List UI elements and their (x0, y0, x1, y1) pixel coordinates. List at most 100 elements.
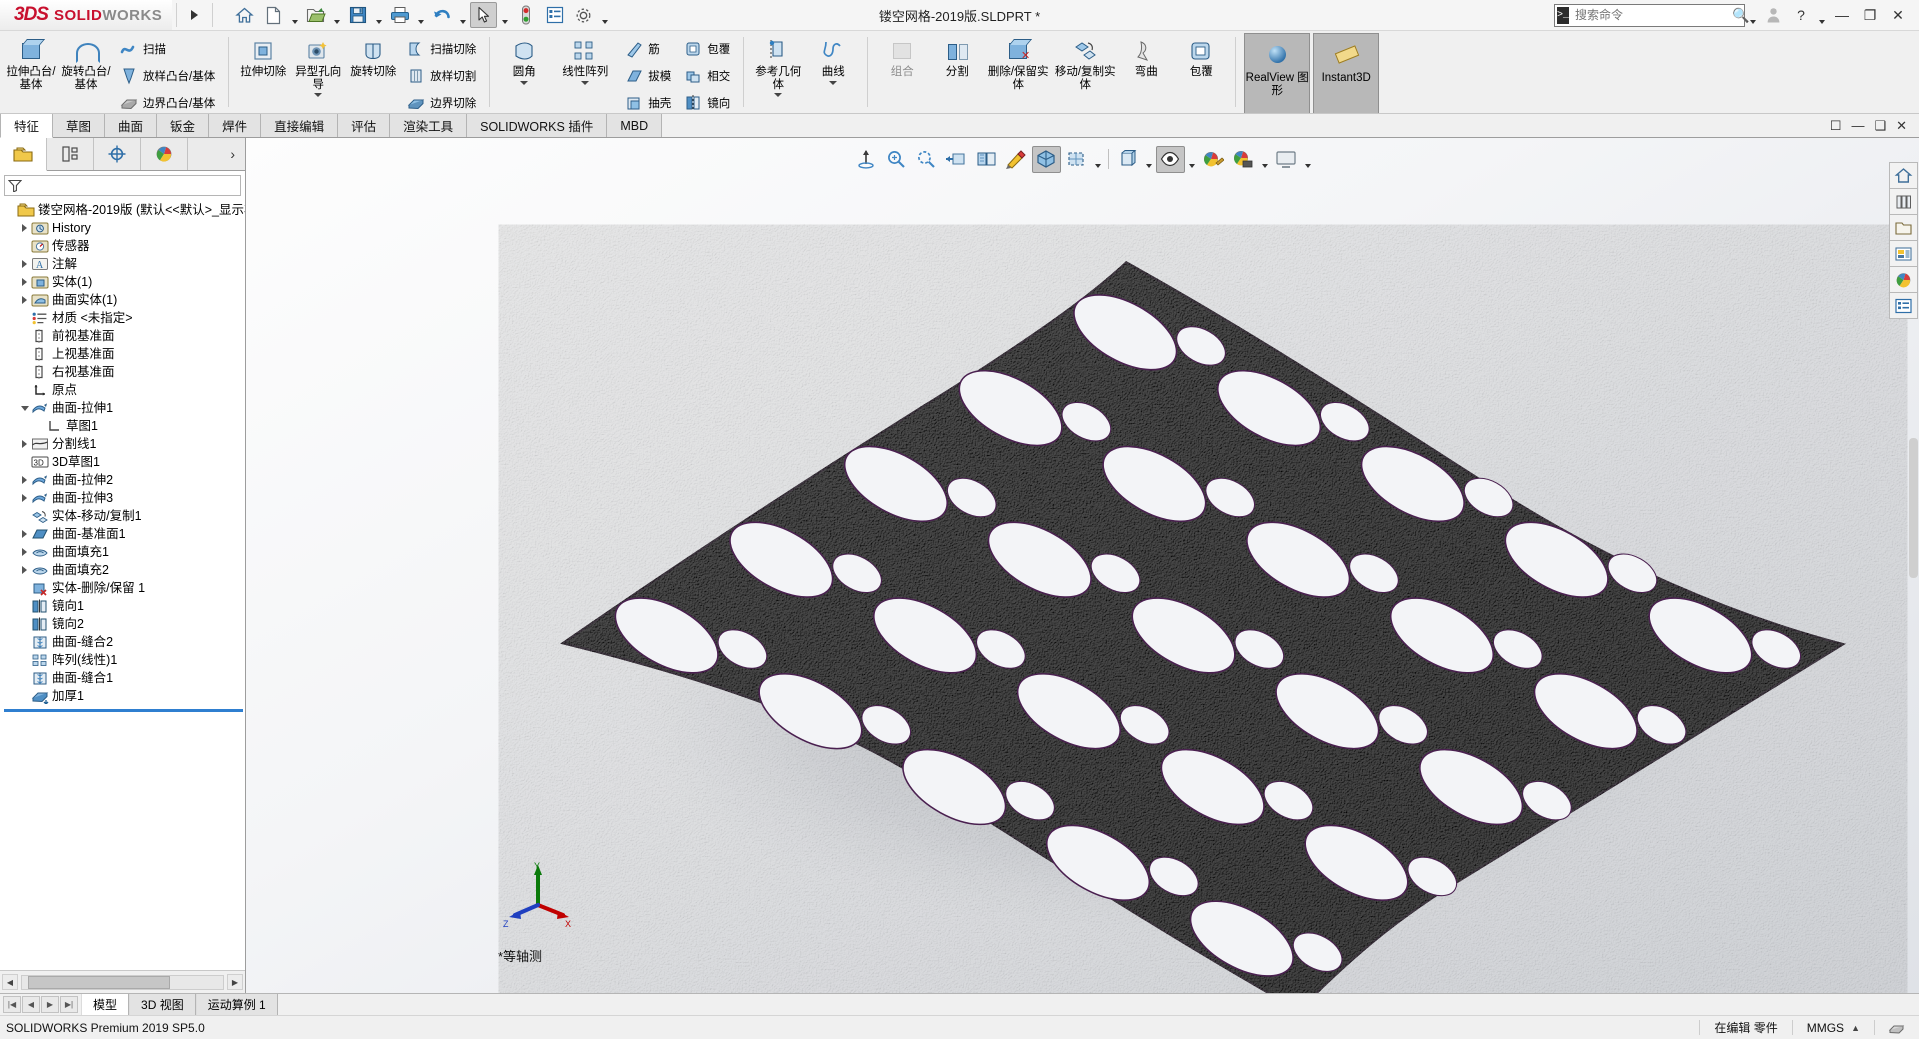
sweep-button[interactable]: 扫描 (115, 36, 220, 62)
tree-node-曲面-缝合2[interactable]: 曲面-缝合2 (2, 633, 245, 651)
tree-expand-icon[interactable] (18, 474, 31, 487)
tree-node-曲面-缝合1[interactable]: 曲面-缝合1 (2, 669, 245, 687)
apply-decal-dropdown-icon[interactable] (1259, 143, 1271, 175)
custom-properties-icon[interactable] (1889, 293, 1918, 319)
extrude-cut-button[interactable]: 拉伸切除 (237, 33, 289, 113)
tree-expand-icon[interactable] (18, 528, 31, 541)
tree-node-上视基准面[interactable]: 上视基准面 (2, 345, 245, 363)
tree-node-曲面-基准面1[interactable]: 曲面-基准面1 (2, 525, 245, 543)
move-copy-body-button[interactable]: 移动/复制实体 (1053, 33, 1117, 113)
tree-node-原点[interactable]: 原点 (2, 381, 245, 399)
save-icon[interactable] (344, 2, 371, 28)
hide-show-dropdown-icon[interactable] (1092, 143, 1104, 175)
rib-button[interactable]: 筋 (620, 36, 676, 62)
search-input[interactable] (1569, 7, 1732, 23)
reference-geometry-dropdown-icon[interactable] (753, 93, 803, 97)
linear-pattern-dropdown-icon[interactable] (554, 81, 616, 85)
fillet-dropdown-icon[interactable] (499, 81, 549, 85)
previous-view-icon[interactable] (912, 146, 941, 173)
tree-node-实体-移动/复制1[interactable]: 实体-移动/复制1 (2, 507, 245, 525)
tree-node-右视基准面[interactable]: 右视基准面 (2, 363, 245, 381)
manager-expand-icon[interactable]: › (230, 138, 245, 170)
gear-icon[interactable] (570, 2, 597, 28)
hide-show-items-icon[interactable] (1062, 146, 1091, 173)
scroll-left-button[interactable]: ◀ (2, 974, 18, 990)
tab-solidworks-addins[interactable]: SOLIDWORKS 插件 (467, 114, 607, 137)
tree-filter-input[interactable] (4, 175, 241, 196)
doc-minimize-button[interactable]: — (1848, 118, 1867, 133)
sweep-cut-button[interactable]: 扫描切除 (402, 36, 481, 62)
file-explorer-icon[interactable] (1889, 215, 1918, 241)
tree-expand-icon[interactable] (18, 564, 31, 577)
tree-node-加厚1[interactable]: 加厚1 (2, 687, 245, 705)
scrollbar-thumb[interactable] (28, 976, 170, 989)
tree-node-曲面填充1[interactable]: 曲面填充1 (2, 543, 245, 561)
display-style-icon[interactable] (1032, 146, 1061, 173)
help-dropdown-icon[interactable] (1816, 0, 1827, 30)
tree-horizontal-scrollbar[interactable] (21, 975, 224, 990)
open-folder-icon[interactable] (302, 2, 329, 28)
view-settings-icon[interactable] (1272, 146, 1301, 173)
display-state-dropdown-icon[interactable] (1186, 143, 1198, 175)
curves-dropdown-icon[interactable] (808, 81, 858, 85)
view-palette-icon[interactable] (1889, 241, 1918, 267)
options-list-icon[interactable] (541, 2, 568, 28)
appearances-icon[interactable] (1889, 267, 1918, 293)
zoom-to-fit-icon[interactable] (852, 146, 881, 173)
section-view-icon[interactable] (942, 146, 971, 173)
tree-node-曲面实体(1)[interactable]: 曲面实体(1) (2, 291, 245, 309)
tree-node-阵列(线性)1[interactable]: 阵列(线性)1 (2, 651, 245, 669)
tree-node-History[interactable]: History (2, 219, 245, 237)
save-dropdown-icon[interactable] (373, 0, 384, 30)
wrap-body-button[interactable]: 包覆 (1175, 33, 1227, 113)
view-orientation-dropdown-icon[interactable] (1143, 143, 1155, 175)
search-dropdown-icon[interactable] (1747, 0, 1758, 30)
tree-node-曲面-拉伸1[interactable]: 曲面-拉伸1 (2, 399, 245, 417)
display-manager-tab[interactable] (141, 138, 188, 170)
restore-button[interactable]: ❐ (1857, 3, 1883, 27)
tree-node-注解[interactable]: A注解 (2, 255, 245, 273)
realview-graphics-toggle[interactable]: RealView 图形 (1244, 33, 1310, 114)
bottom-tab-model[interactable]: 模型 (81, 994, 129, 1015)
tree-node-曲面-拉伸3[interactable]: 曲面-拉伸3 (2, 489, 245, 507)
reference-geometry-button[interactable]: 参考几何体 (752, 33, 804, 113)
tree-node-镜向1[interactable]: 镜向1 (2, 597, 245, 615)
print-icon[interactable] (386, 2, 413, 28)
tab-sketch[interactable]: 草图 (53, 114, 105, 137)
tree-node-草图1[interactable]: 草图1 (2, 417, 245, 435)
tab-mbd[interactable]: MBD (607, 114, 662, 137)
new-document-icon[interactable] (260, 2, 287, 28)
tree-node-镜向2[interactable]: 镜向2 (2, 615, 245, 633)
curves-button[interactable]: 曲线 (807, 33, 859, 113)
undo-icon[interactable] (428, 2, 455, 28)
shell-button[interactable]: 抽壳 (620, 90, 676, 114)
tree-node-实体(1)[interactable]: 实体(1) (2, 273, 245, 291)
feature-manager-tab[interactable] (0, 138, 47, 171)
home-panel-icon[interactable] (1889, 162, 1918, 189)
apply-decal-icon[interactable] (1229, 146, 1258, 173)
tree-node-材质 <未指定>[interactable]: 材质 <未指定> (2, 309, 245, 327)
loft-cut-button[interactable]: 放样切割 (402, 63, 481, 89)
tree-expand-icon[interactable] (18, 402, 31, 415)
draft-button[interactable]: 拔模 (620, 63, 676, 89)
help-icon[interactable]: ? (1788, 3, 1814, 27)
tab-direct-editing[interactable]: 直接编辑 (261, 114, 338, 137)
options-dropdown-icon[interactable] (599, 0, 610, 30)
graphics-area[interactable]: Y X Z *等轴测 (246, 138, 1919, 993)
status-units[interactable]: MMGS ▲ (1792, 1020, 1874, 1035)
design-library-icon[interactable] (1889, 189, 1918, 215)
boundary-cut-button[interactable]: 边界切除 (402, 90, 481, 114)
tree-expand-icon[interactable] (18, 492, 31, 505)
zoom-to-area-icon[interactable] (882, 146, 911, 173)
tab-sheetmetal[interactable]: 钣金 (157, 114, 209, 137)
graphics-vertical-scrollbar[interactable] (1909, 438, 1918, 578)
home-icon[interactable] (231, 2, 258, 28)
revolve-cut-button[interactable]: 旋转切除 (347, 33, 399, 113)
tab-surfaces[interactable]: 曲面 (105, 114, 157, 137)
revolve-boss-button[interactable]: 旋转凸台/基体 (60, 33, 112, 113)
next-tab-button[interactable]: ▶ (41, 996, 59, 1013)
loft-boss-button[interactable]: 放样凸台/基体 (115, 63, 220, 89)
hole-wizard-button[interactable]: 异型孔向导 (292, 33, 344, 113)
tree-expand-icon[interactable] (18, 294, 31, 307)
status-overlay-icon[interactable] (1874, 1020, 1919, 1035)
